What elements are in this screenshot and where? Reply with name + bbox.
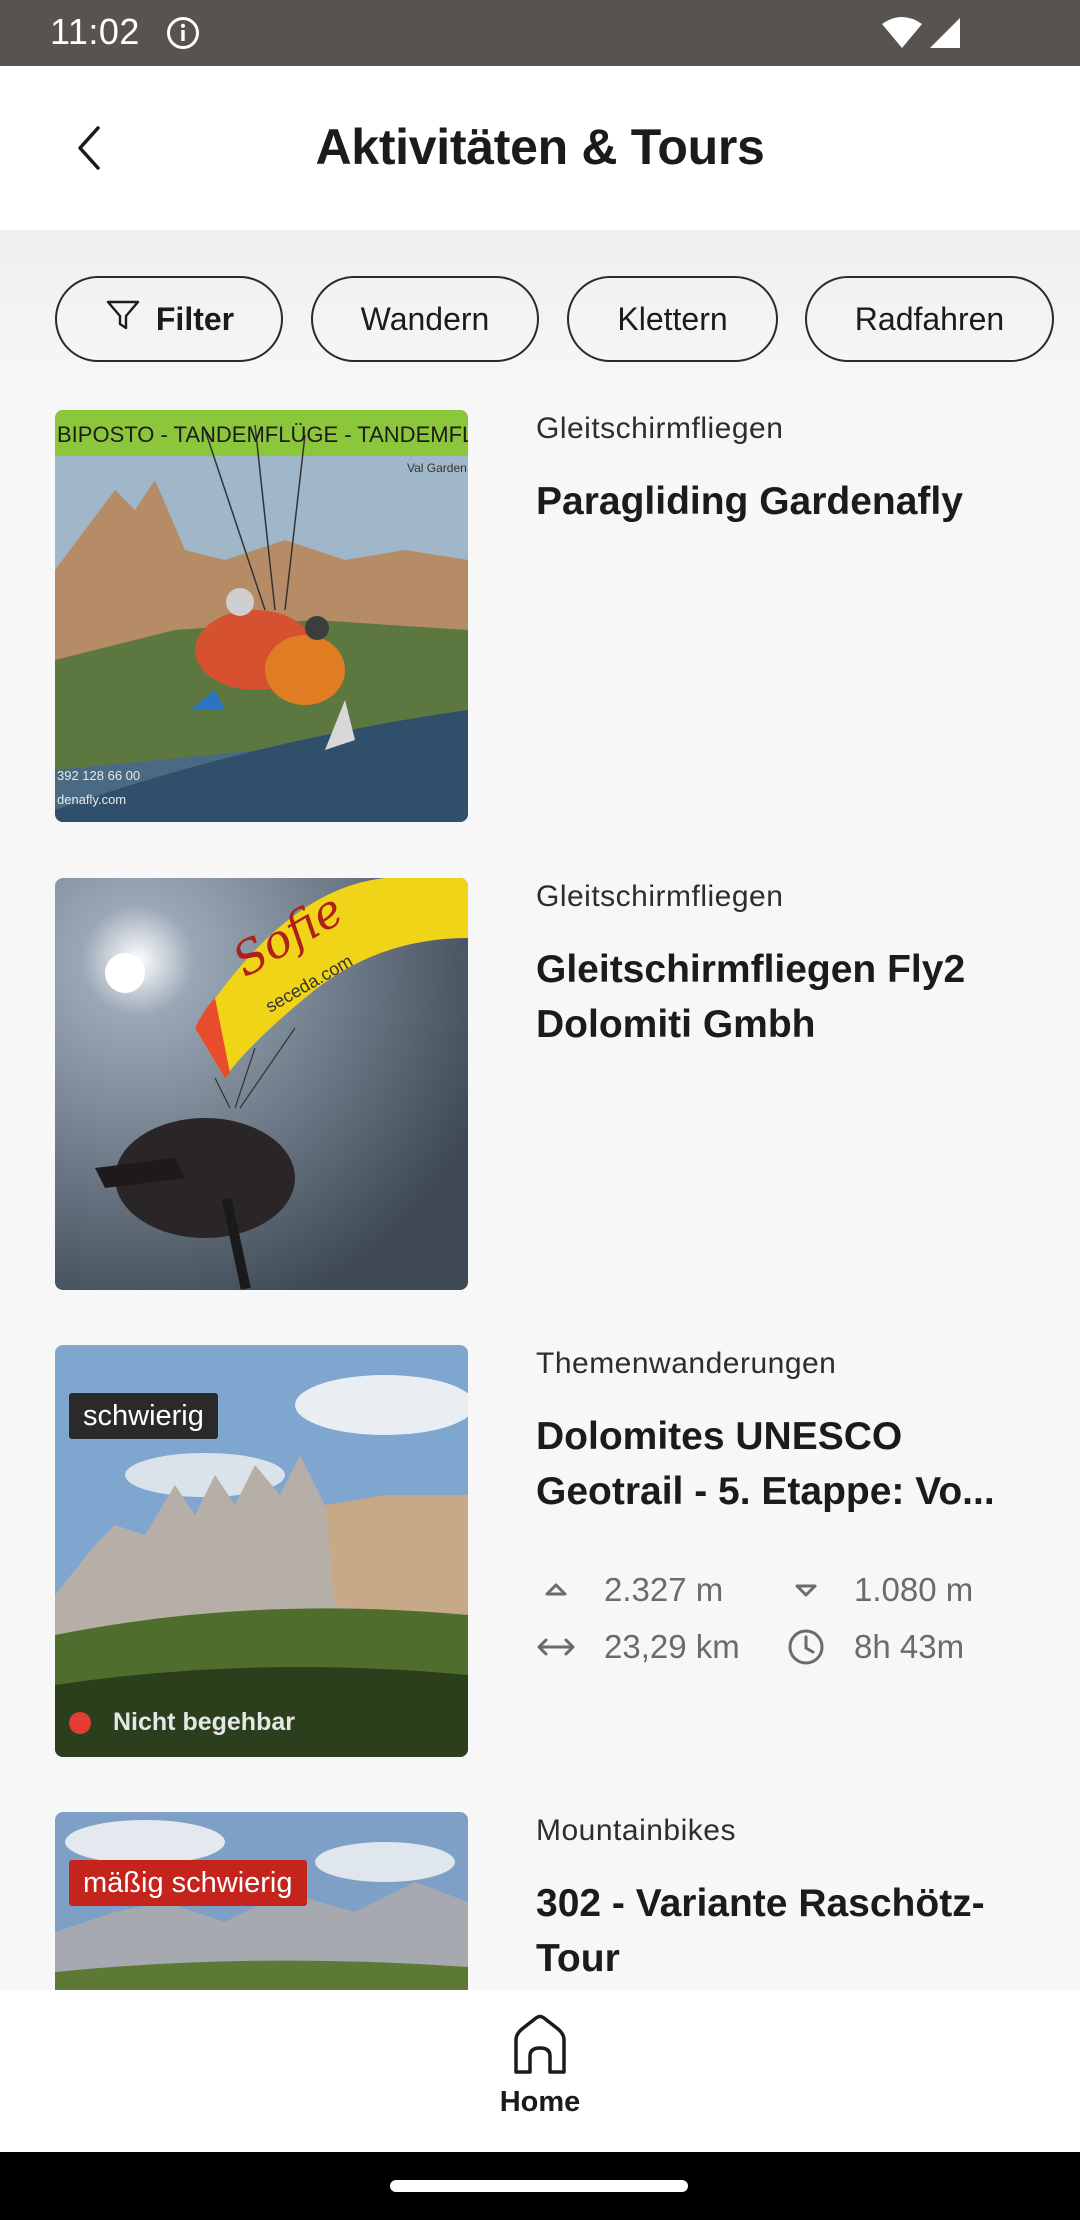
info-icon	[167, 17, 199, 49]
activity-title: Dolomites UNESCO Geotrail - 5. Etappe: V…	[536, 1415, 995, 1513]
status-dot	[69, 1711, 91, 1734]
bottom-navigation: Home	[0, 1990, 1080, 2152]
trail-status: Nicht begehbar	[69, 1708, 295, 1737]
status-bar: 11:02	[0, 0, 1080, 66]
wifi-icon	[882, 17, 922, 48]
filter-chip-bar: Filter Wandern Klettern Radfahren	[0, 230, 1080, 390]
activity-title: Gleitschirmfliegen Fly2 Dolomiti Gmbh	[536, 948, 966, 1046]
descent-value: 1.080 m	[854, 1571, 974, 1608]
activity-card[interactable]: mäßig schwierig Mountainbikes 302 - Vari…	[0, 1792, 1080, 1990]
image-banner-text: BIPOSTO - TANDEMFLÜGE - TANDEMFLI	[57, 422, 468, 447]
page-title: Aktivitäten & Tours	[315, 119, 765, 175]
activity-image: BIPOSTO - TANDEMFLÜGE - TANDEMFLI Val Ga…	[55, 410, 468, 822]
activity-title: 302 - Variante Raschötz-Tour	[536, 1882, 985, 1980]
activity-category: Themenwanderungen	[536, 1347, 837, 1380]
clock-icon	[788, 1629, 824, 1665]
tour-stats: 2.327 m 1.080 m 23,29 km 8h 43m	[536, 1570, 1056, 1680]
activity-image: schwierig Nicht begehbar	[55, 1345, 468, 1757]
activity-image: mäßig schwierig	[55, 1812, 468, 1990]
chip-radfahren[interactable]: Radfahren	[805, 276, 1054, 362]
difficulty-badge: schwierig	[69, 1393, 218, 1439]
trail-status-label: Nicht begehbar	[113, 1708, 295, 1736]
activity-image: Sofie seceda.com	[55, 878, 468, 1290]
activity-card[interactable]: Sofie seceda.com Gleitschirmfliegen Glei…	[0, 858, 1080, 1290]
nav-home[interactable]: Home	[470, 2014, 610, 2134]
descent-icon	[795, 1584, 817, 1597]
image-banner-subtext: Val Garden	[407, 461, 467, 475]
image-web-text: denafly.com	[57, 792, 126, 807]
nav-home-label: Home	[499, 2086, 581, 2118]
ascent-stat: 2.327 m	[536, 1570, 723, 1610]
difficulty-badge: mäßig schwierig	[69, 1860, 307, 1906]
activity-card[interactable]: BIPOSTO - TANDEMFLÜGE - TANDEMFLI Val Ga…	[0, 390, 1080, 822]
chip-klettern[interactable]: Klettern	[567, 276, 778, 362]
duration-stat: 8h 43m	[786, 1627, 964, 1667]
distance-stat: 23,29 km	[536, 1627, 740, 1667]
chip-wandern[interactable]: Wandern	[311, 276, 539, 362]
distance-value: 23,29 km	[604, 1628, 740, 1665]
filter-funnel-icon	[106, 300, 140, 330]
ascent-value: 2.327 m	[604, 1571, 724, 1608]
activity-category: Gleitschirmfliegen	[536, 412, 784, 445]
status-time: 11:02	[50, 11, 140, 52]
filter-button-label: Filter	[155, 300, 235, 337]
home-icon	[514, 2014, 566, 2074]
filter-button[interactable]: Filter	[55, 276, 283, 362]
app-header: Aktivitäten & Tours	[0, 66, 1080, 230]
descent-stat: 1.080 m	[786, 1570, 973, 1610]
signal-icon	[930, 18, 960, 48]
activity-category: Gleitschirmfliegen	[536, 880, 784, 913]
system-gesture-bar	[0, 2152, 1080, 2220]
activity-title: Paragliding Gardenafly	[536, 480, 963, 523]
gesture-handle[interactable]	[390, 2180, 688, 2192]
activity-category: Mountainbikes	[536, 1814, 736, 1847]
distance-arrows-icon	[537, 1638, 575, 1656]
activity-card[interactable]: schwierig Nicht begehbar Themenwanderung…	[0, 1325, 1080, 1757]
activity-list: BIPOSTO - TANDEMFLÜGE - TANDEMFLI Val Ga…	[0, 390, 1080, 1990]
ascent-icon	[545, 1583, 567, 1596]
image-phone-text: 392 128 66 00	[57, 768, 140, 783]
duration-value: 8h 43m	[854, 1628, 965, 1665]
